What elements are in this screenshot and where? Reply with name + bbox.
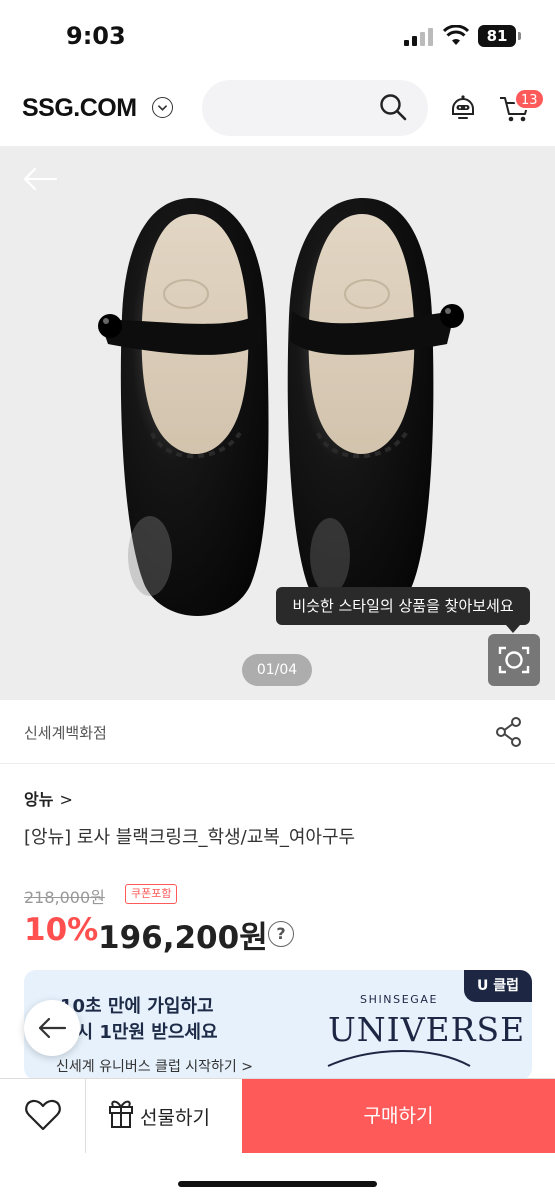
back-arrow-icon xyxy=(38,1017,67,1039)
cart-count-badge: 13 xyxy=(514,88,545,110)
universe-swoosh xyxy=(327,1050,471,1067)
price-info-icon[interactable]: ? xyxy=(268,921,294,947)
status-bar: 9:03 81 xyxy=(0,0,555,72)
battery-icon: 81 xyxy=(478,25,516,47)
brand-name: 앙뉴 xyxy=(24,790,54,809)
similar-style-tooltip: 비슷한 스타일의 상품을 찾아보세요 xyxy=(276,587,530,633)
promo-line1: 10초 만에 가입하고 xyxy=(60,996,214,1017)
buy-button[interactable]: 구매하기 xyxy=(242,1079,555,1153)
chevron-right-icon: > xyxy=(59,790,73,809)
universe-club-banner[interactable]: 10초 만에 가입하고 즉시 1만원 받으세요 신세계 유니버스 클럽 시작하기… xyxy=(24,970,532,1080)
chevron-down-icon[interactable] xyxy=(152,97,173,118)
universe-logo: UNIVERSE xyxy=(328,1010,526,1049)
discount-rate: 10% xyxy=(24,912,99,948)
home-indicator xyxy=(178,1181,377,1187)
sale-price: 196,200원 xyxy=(98,920,268,956)
shinsegae-label: SHINSEGAE xyxy=(360,993,439,1006)
original-price: 218,000원 xyxy=(24,888,105,907)
store-row: 신세계백화점 xyxy=(0,700,555,764)
heart-icon xyxy=(25,1099,61,1131)
gift-label: 선물하기 xyxy=(140,1107,210,1129)
bottom-action-bar: 선물하기 구매하기 xyxy=(0,1078,555,1153)
brand-link[interactable]: 앙뉴 > xyxy=(24,786,73,810)
coupon-badge: 쿠폰포함 xyxy=(125,884,178,904)
status-time: 9:03 xyxy=(66,22,126,50)
store-name[interactable]: 신세계백화점 xyxy=(24,722,107,743)
signal-icon xyxy=(404,28,434,46)
app-header: SSG.COM 13 xyxy=(0,72,555,146)
product-image-carousel[interactable]: 비슷한 스타일의 상품을 찾아보세요 01/04 xyxy=(0,146,555,700)
lens-icon xyxy=(498,646,530,674)
promo-line2: 즉시 1만원 받으세요 xyxy=(60,1022,218,1043)
u-club-badge: U 클럽 xyxy=(464,970,532,1002)
wifi-icon xyxy=(443,25,469,45)
promo-cta-link[interactable]: 신세계 유니버스 클럽 시작하기 > xyxy=(56,1056,253,1076)
floating-back-button[interactable] xyxy=(24,1000,80,1056)
wishlist-button[interactable] xyxy=(0,1079,86,1153)
ssg-logo[interactable]: SSG.COM xyxy=(22,94,137,123)
battery-tip xyxy=(518,32,521,40)
search-icon[interactable] xyxy=(378,92,408,122)
page-indicator: 01/04 xyxy=(242,654,312,686)
lens-search-button[interactable] xyxy=(488,634,540,686)
back-arrow-icon[interactable] xyxy=(22,166,58,192)
bot-icon[interactable] xyxy=(448,92,478,122)
share-icon[interactable] xyxy=(494,716,524,748)
gift-button[interactable]: 선물하기 xyxy=(86,1079,242,1153)
product-title: [앙뉴] 로사 블랙크링크_학생/교복_여아구두 xyxy=(24,827,356,848)
